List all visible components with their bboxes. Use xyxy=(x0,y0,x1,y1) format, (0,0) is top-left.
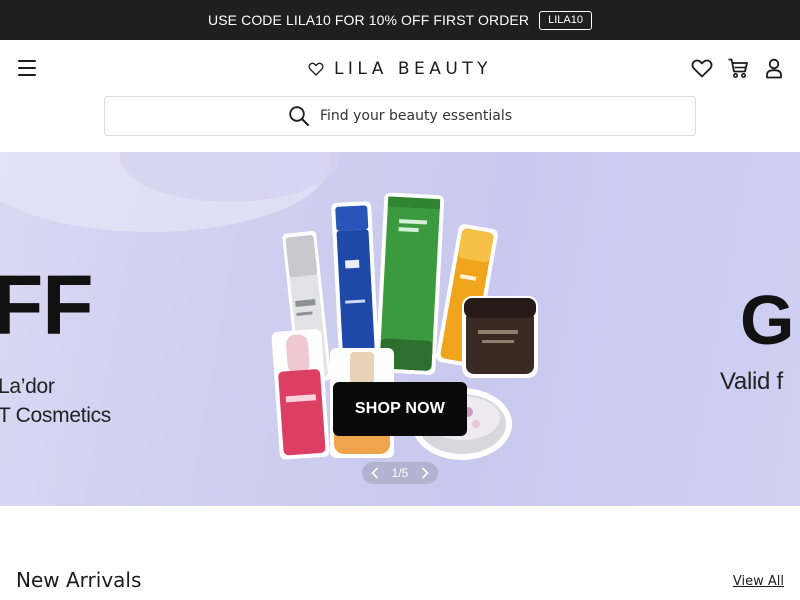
search-icon xyxy=(289,106,309,126)
heart-icon[interactable] xyxy=(690,55,714,81)
user-icon[interactable] xyxy=(762,55,786,81)
site-header: LILA BEAUTY xyxy=(0,40,800,96)
hero-brand-line: T Cosmetics xyxy=(0,404,111,427)
promo-code-badge[interactable]: LILA10 xyxy=(539,10,592,30)
new-arrivals-title: New Arrivals xyxy=(16,568,142,592)
hero-subtext-left: La’dor T Cosmetics xyxy=(0,372,111,430)
cart-icon[interactable] xyxy=(726,55,750,81)
promo-bar: USE CODE LILA10 FOR 10% OFF FIRST ORDER … xyxy=(0,0,800,40)
hero-subtext-right: Valid f xyxy=(720,368,783,395)
logo-text: LILA BEAUTY xyxy=(333,59,493,79)
chevron-left-icon[interactable] xyxy=(368,466,382,480)
promo-text: USE CODE LILA10 FOR 10% OFF FIRST ORDER xyxy=(208,12,530,28)
hero-banner[interactable]: FF La’dor T Cosmetics G Valid f SHOP NOW… xyxy=(0,152,800,506)
carousel-page-indicator: 1/5 xyxy=(391,466,409,480)
carousel-pager: 1/5 xyxy=(362,462,438,484)
hero-brand-line: La’dor xyxy=(0,375,55,398)
site-logo[interactable]: LILA BEAUTY xyxy=(0,57,800,81)
chevron-right-icon[interactable] xyxy=(418,466,432,480)
hero-headline-left: FF xyxy=(0,258,94,352)
logo-heart-icon xyxy=(308,62,324,76)
view-all-link[interactable]: View All xyxy=(733,574,784,589)
shop-now-button[interactable]: SHOP NOW xyxy=(333,382,467,436)
search-input[interactable]: Find your beauty essentials xyxy=(104,96,696,136)
header-actions xyxy=(690,55,786,81)
hero-headline-right: G xyxy=(740,281,795,359)
search-placeholder: Find your beauty essentials xyxy=(319,108,513,124)
